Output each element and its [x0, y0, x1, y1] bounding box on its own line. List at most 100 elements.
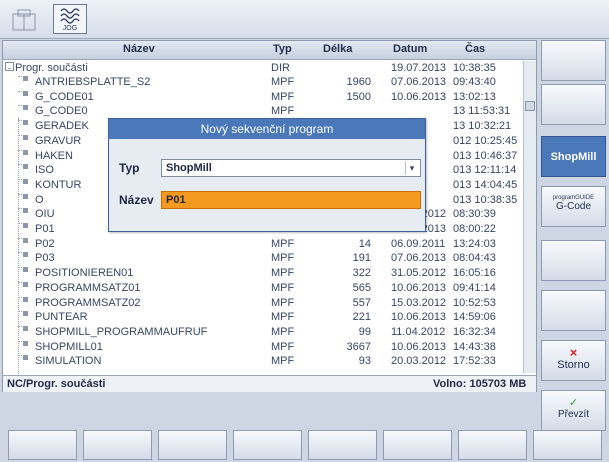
cell-time: 16:32:34: [453, 325, 496, 338]
table-row[interactable]: ANTRIEBSPLATTE_S2 MPF 1960 07.06.2013 09:43:…: [3, 76, 525, 89]
table-row[interactable]: PUNTEAR MPF 221 10.06.2013 14:59:06: [3, 311, 525, 324]
softkey-h2[interactable]: [83, 430, 152, 460]
top-bar: JOG: [0, 0, 609, 39]
column-header: Název Typ Délka Datum Čas: [3, 41, 536, 60]
collapse-icon[interactable]: −: [5, 62, 14, 73]
cell-name: PROGRAMMSATZ02: [35, 296, 141, 309]
cell-name: GERADEK: [35, 120, 89, 133]
jog-label: JOG: [62, 25, 78, 32]
cell-time: 08:00:22: [453, 223, 496, 235]
cell-name: SIMULATION: [35, 355, 102, 368]
folder-icon[interactable]: [12, 9, 36, 31]
cell-type: MPF: [271, 355, 295, 368]
tree-root-row[interactable]: − Progr. součásti DIR 19.07.2013 10:38:3…: [3, 62, 525, 75]
softkey-v5[interactable]: [541, 240, 606, 281]
cell-time: 13 11:53:31: [453, 105, 511, 118]
dialog-title: Nový sekvenční program: [109, 119, 425, 139]
table-row[interactable]: SHOPMILL_PROGRAMMAUFRUF MPF 99 11.04.2012 16…: [3, 325, 525, 339]
cell-time: 013 12:11:14: [453, 164, 517, 177]
table-row[interactable]: P03 MPF 191 07.06.2013 08:04:43: [3, 252, 525, 265]
cell-name: G_CODE01: [35, 90, 94, 103]
softkey-h6[interactable]: [383, 430, 452, 460]
file-icon: [23, 178, 28, 184]
cell-date: 15.03.2012: [391, 296, 447, 309]
header-type[interactable]: Typ: [273, 43, 292, 55]
file-icon: [23, 134, 28, 140]
name-input[interactable]: P01: [161, 191, 421, 209]
cell-length: 1500: [346, 90, 371, 103]
name-input-value: P01: [166, 194, 186, 206]
cancel-label: Storno: [557, 359, 590, 371]
file-icon: [23, 252, 28, 258]
softkey-h8[interactable]: [533, 430, 602, 460]
file-icon: [23, 223, 28, 228]
table-row[interactable]: SHOPMILL01 MPF 3667 10.06.2013 14:43:38: [3, 340, 525, 354]
header-name[interactable]: Název: [123, 43, 155, 55]
file-icon: [23, 105, 28, 111]
cell-name: PROGRAMMSATZ01: [35, 281, 141, 294]
shopmill-label: ShopMill: [550, 151, 597, 163]
name-label: Název: [119, 193, 154, 207]
status-free-space: Volno: 105703 MB: [433, 378, 527, 390]
cell-type: MPF: [271, 237, 295, 250]
table-row[interactable]: P02 MPF 14 06.09.2011 13:24:03: [3, 237, 525, 251]
softkey-h4[interactable]: [233, 430, 302, 460]
file-icon: [23, 164, 28, 170]
cell-date: 10.06.2013: [391, 90, 447, 103]
table-row[interactable]: G_CODE01 MPF 1500 10.06.2013 13:02:13: [3, 90, 525, 104]
softkey-h3[interactable]: [158, 430, 227, 460]
new-program-dialog: Nový sekvenční program Typ ShopMill ▾ Ná…: [108, 118, 426, 232]
cell-date: 07.06.2013: [391, 252, 447, 265]
softkey-v6[interactable]: [541, 290, 606, 331]
shopmill-button[interactable]: ShopMill: [541, 136, 606, 177]
header-time[interactable]: Čas: [465, 43, 485, 55]
cell-time: 013 10:38:35: [453, 193, 518, 206]
cell-time: 013 10:46:37: [453, 149, 518, 162]
accept-label: Převzít: [557, 409, 590, 420]
table-row[interactable]: PROGRAMMSATZ02 MPF 557 15.03.2012 10:52:53: [3, 296, 525, 310]
softkey-v1[interactable]: [541, 40, 606, 81]
header-length[interactable]: Délka: [323, 43, 352, 55]
cancel-icon: ×: [569, 345, 578, 360]
cell-name: POSITIONIEREN01: [35, 267, 134, 280]
cell-name: ANTRIEBSPLATTE_S2: [35, 76, 151, 88]
file-icon: [23, 281, 28, 287]
cell-length: 3667: [346, 340, 371, 353]
scroll-thumb[interactable]: [525, 101, 535, 111]
cell-length: 93: [358, 355, 371, 368]
type-select[interactable]: ShopMill ▾: [161, 159, 421, 177]
cell-length: 191: [352, 252, 371, 265]
softkey-h1[interactable]: [8, 430, 77, 460]
file-icon: [23, 208, 28, 214]
cell-time: 08:30:39: [453, 208, 496, 221]
jog-mode-icon[interactable]: JOG: [53, 4, 87, 34]
cell-date: 07.06.2013: [391, 76, 447, 88]
cell-name: O: [35, 193, 44, 206]
cell-name: SHOPMILL01: [35, 340, 103, 353]
status-bar: NC/Progr. součásti Volno: 105703 MB: [3, 375, 536, 392]
cell-time: 13:24:03: [453, 237, 496, 250]
file-icon: [23, 355, 28, 361]
file-icon: [23, 149, 28, 155]
cell-name: P02: [35, 237, 55, 250]
softkey-v2[interactable]: [541, 84, 606, 125]
file-icon: [23, 76, 28, 81]
table-row[interactable]: PROGRAMMSATZ01 MPF 565 10.06.2013 09:41:14: [3, 281, 525, 295]
table-row[interactable]: G_CODE0 MPF 13 11:53:31: [3, 105, 525, 118]
cell-name: P03: [35, 252, 55, 265]
cell-time: 08:04:43: [453, 252, 496, 265]
type-select-value: ShopMill: [166, 162, 212, 174]
table-row[interactable]: POSITIONIEREN01 MPF 322 31.05.2012 16:05:16: [3, 267, 525, 280]
file-icon: [23, 120, 28, 126]
cell-time: 13 10:32:21: [453, 120, 512, 133]
gcode-button[interactable]: programGUIDE G-Code: [541, 186, 606, 227]
softkey-h5[interactable]: [308, 430, 377, 460]
dropdown-arrow-icon[interactable]: ▾: [405, 161, 418, 175]
cell-time: 09:43:40: [453, 76, 496, 88]
cancel-button[interactable]: × Storno: [541, 340, 606, 381]
header-date[interactable]: Datum: [393, 43, 427, 55]
file-icon: [23, 325, 28, 331]
softkey-h7[interactable]: [458, 430, 527, 460]
table-row[interactable]: SIMULATION MPF 93 20.03.2012 17:52:33: [3, 355, 525, 368]
accept-button[interactable]: ✓ Převzít: [541, 390, 606, 431]
